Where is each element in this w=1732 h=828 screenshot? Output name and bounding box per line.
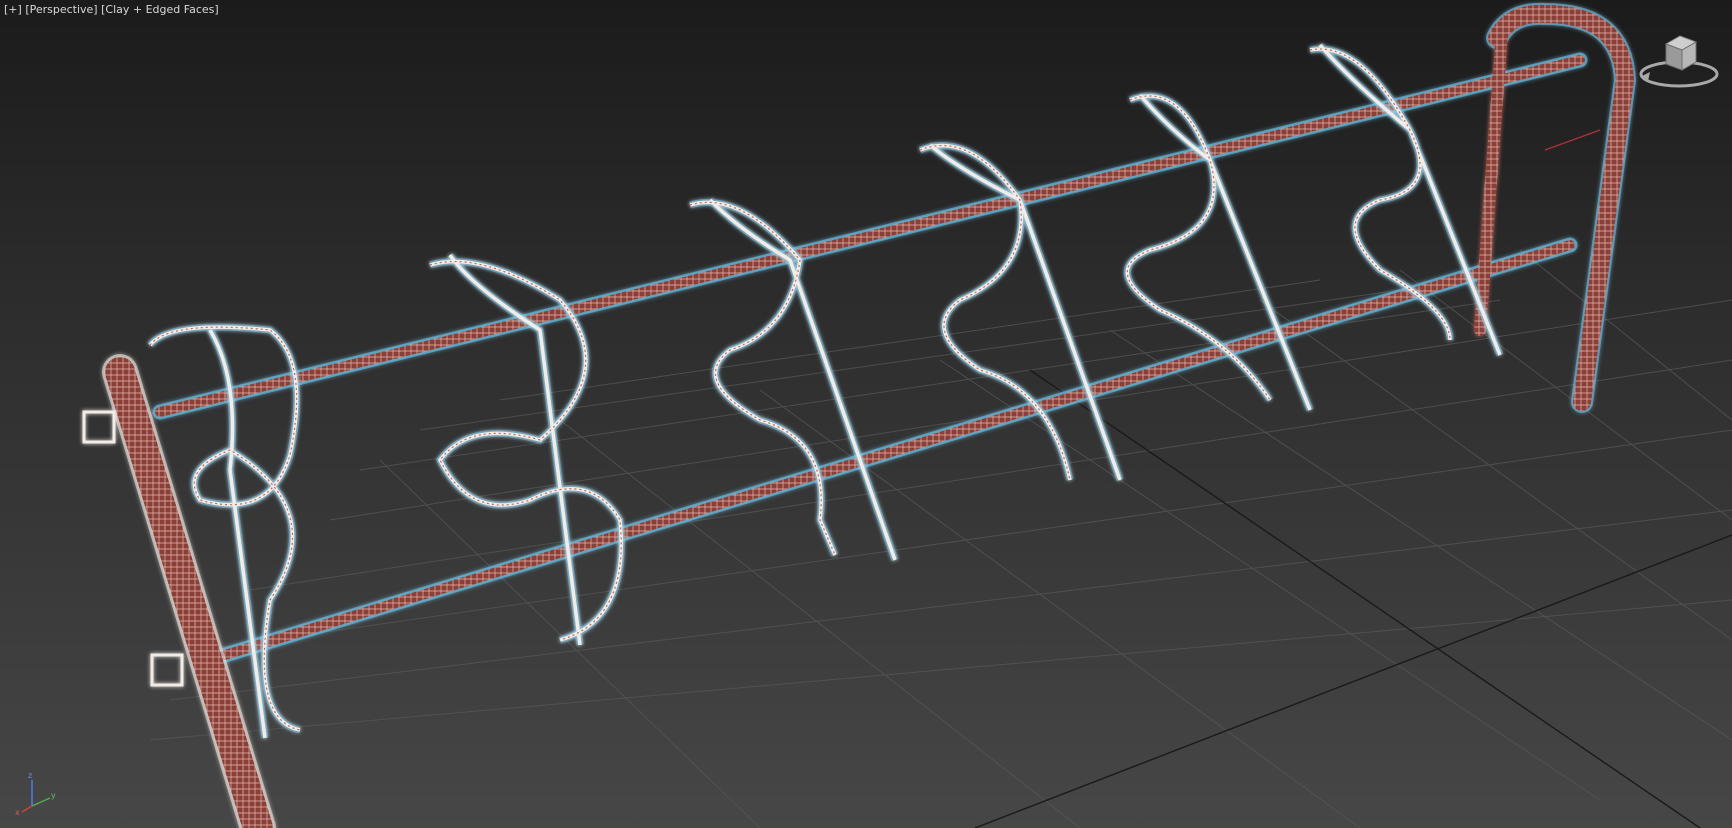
hangers[interactable] <box>147 42 1504 739</box>
x-axis-line <box>1544 129 1601 151</box>
axis-tripod-icon: z y x <box>15 771 56 816</box>
scene-render[interactable] <box>0 0 1732 828</box>
rack-frame[interactable] <box>82 2 1637 828</box>
viewport-label-menu: [+] [Perspective] [Clay + Edged Faces] <box>4 3 219 16</box>
perspective-viewport[interactable]: [+] [Perspective] [Clay + Edged Faces] z… <box>0 0 1732 828</box>
axis-z-label: z <box>28 771 32 780</box>
world-axis-lines <box>974 369 1732 828</box>
viewcube-icon[interactable] <box>1636 26 1722 96</box>
axis-y-label: y <box>51 791 56 800</box>
viewport-shading-label[interactable]: [Clay + Edged Faces] <box>101 3 219 16</box>
axis-x-label: x <box>15 808 20 816</box>
viewport-plus-menu[interactable]: [+] <box>4 3 22 16</box>
viewport-pov-label[interactable]: [Perspective] <box>25 3 97 16</box>
